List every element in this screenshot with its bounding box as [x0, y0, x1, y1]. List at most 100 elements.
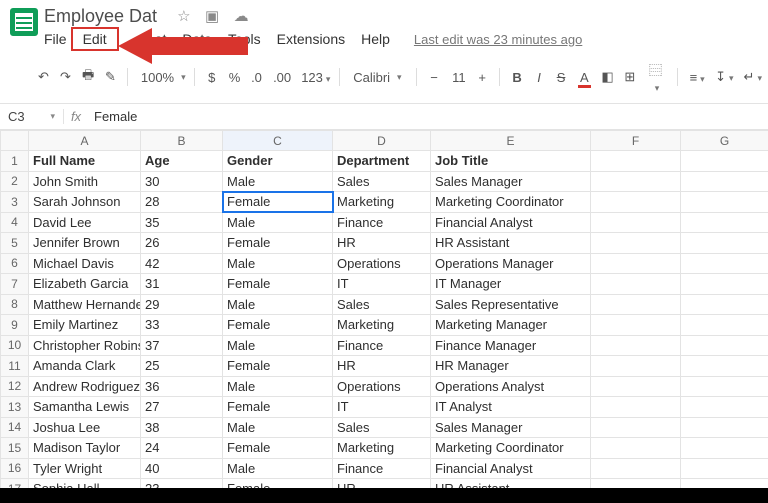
more-formats[interactable]: 123: [297, 67, 331, 88]
cell[interactable]: Tyler Wright: [29, 458, 141, 479]
doc-title[interactable]: Employee Dat: [44, 6, 157, 27]
row-header[interactable]: 4: [1, 212, 29, 233]
h-align[interactable]: ≡: [686, 67, 708, 88]
row-header[interactable]: 15: [1, 438, 29, 459]
cell[interactable]: [681, 417, 768, 438]
cell[interactable]: [591, 417, 681, 438]
cell[interactable]: [681, 171, 768, 192]
row-header[interactable]: 11: [1, 356, 29, 377]
row-header[interactable]: 1: [1, 151, 29, 172]
cell[interactable]: [681, 212, 768, 233]
font-family-dropdown[interactable]: Calibri: [348, 68, 408, 87]
name-box[interactable]: C3: [0, 109, 64, 124]
cell[interactable]: Sales Manager: [431, 417, 591, 438]
formula-bar[interactable]: Female: [88, 109, 137, 124]
cell[interactable]: Finance: [333, 212, 431, 233]
cell[interactable]: Male: [223, 417, 333, 438]
cell[interactable]: HR: [333, 356, 431, 377]
cloud-icon[interactable]: ☁: [234, 8, 249, 25]
cell[interactable]: 24: [141, 438, 223, 459]
cell[interactable]: HR Manager: [431, 356, 591, 377]
row-header[interactable]: 16: [1, 458, 29, 479]
cell[interactable]: [681, 458, 768, 479]
cell[interactable]: Finance: [333, 335, 431, 356]
fill-color-button[interactable]: ◧: [597, 66, 616, 88]
cell[interactable]: Operations: [333, 253, 431, 274]
cell[interactable]: Marketing: [333, 438, 431, 459]
cell[interactable]: Financial Analyst: [431, 212, 591, 233]
undo-icon[interactable]: ↶: [34, 66, 52, 88]
cell[interactable]: Matthew Hernandez: [29, 294, 141, 315]
cell[interactable]: [681, 376, 768, 397]
cell[interactable]: Sales Manager: [431, 171, 591, 192]
col-header-F[interactable]: F: [591, 131, 681, 151]
col-header-G[interactable]: G: [681, 131, 768, 151]
cell[interactable]: Samantha Lewis: [29, 397, 141, 418]
cell[interactable]: Marketing Coordinator: [431, 438, 591, 459]
cell[interactable]: [591, 253, 681, 274]
cell[interactable]: [681, 294, 768, 315]
cell[interactable]: [591, 192, 681, 213]
cell[interactable]: 38: [141, 417, 223, 438]
cell[interactable]: IT Manager: [431, 274, 591, 295]
row-header[interactable]: 10: [1, 335, 29, 356]
cell[interactable]: Operations Analyst: [431, 376, 591, 397]
cell[interactable]: Amanda Clark: [29, 356, 141, 377]
cell[interactable]: [591, 274, 681, 295]
row-header[interactable]: 7: [1, 274, 29, 295]
cell[interactable]: HR: [333, 233, 431, 254]
row-header[interactable]: 9: [1, 315, 29, 336]
cell[interactable]: Operations Manager: [431, 253, 591, 274]
cell[interactable]: Marketing Coordinator: [431, 192, 591, 213]
cell[interactable]: 30: [141, 171, 223, 192]
cell[interactable]: [681, 335, 768, 356]
bold-button[interactable]: B: [508, 67, 526, 88]
menu-tools[interactable]: Tools: [220, 29, 269, 49]
text-color-button[interactable]: A: [574, 67, 593, 88]
cell[interactable]: 27: [141, 397, 223, 418]
cell[interactable]: Financial Analyst: [431, 458, 591, 479]
cell[interactable]: Jennifer Brown: [29, 233, 141, 254]
col-header-A[interactable]: A: [29, 131, 141, 151]
cell[interactable]: Female: [223, 315, 333, 336]
cell[interactable]: [681, 397, 768, 418]
cell[interactable]: Female: [223, 233, 333, 254]
cell[interactable]: Emily Martinez: [29, 315, 141, 336]
cell[interactable]: [591, 151, 681, 172]
menu-edit[interactable]: Edit: [75, 29, 115, 49]
cell[interactable]: 36: [141, 376, 223, 397]
cell[interactable]: Job Title: [431, 151, 591, 172]
cell[interactable]: Male: [223, 335, 333, 356]
cell[interactable]: Male: [223, 212, 333, 233]
cell[interactable]: 37: [141, 335, 223, 356]
print-icon[interactable]: 🖶: [78, 63, 97, 91]
format-currency[interactable]: $: [203, 67, 221, 88]
cell[interactable]: [681, 192, 768, 213]
font-size-inc[interactable]: +: [473, 67, 491, 88]
cell[interactable]: [591, 233, 681, 254]
menu-format-partial[interactable]: at: [147, 29, 175, 49]
cell[interactable]: Sales: [333, 417, 431, 438]
cell[interactable]: [591, 458, 681, 479]
merge-cells[interactable]: ⿳: [642, 57, 668, 97]
cell[interactable]: [591, 171, 681, 192]
select-all-corner[interactable]: [1, 131, 29, 151]
cell[interactable]: [591, 335, 681, 356]
cell[interactable]: Male: [223, 376, 333, 397]
borders-button[interactable]: ⊞: [620, 66, 638, 88]
col-header-B[interactable]: B: [141, 131, 223, 151]
cell[interactable]: [681, 151, 768, 172]
cell[interactable]: 42: [141, 253, 223, 274]
row-header[interactable]: 8: [1, 294, 29, 315]
cell[interactable]: Michael Davis: [29, 253, 141, 274]
cell[interactable]: Female: [223, 438, 333, 459]
cell[interactable]: 35: [141, 212, 223, 233]
cell[interactable]: IT: [333, 274, 431, 295]
cell[interactable]: Female: [223, 356, 333, 377]
row-header[interactable]: 6: [1, 253, 29, 274]
cell[interactable]: Christopher Robinson: [29, 335, 141, 356]
cell[interactable]: 31: [141, 274, 223, 295]
cell[interactable]: [591, 438, 681, 459]
v-align[interactable]: ↧: [711, 66, 735, 88]
italic-button[interactable]: I: [530, 67, 548, 88]
